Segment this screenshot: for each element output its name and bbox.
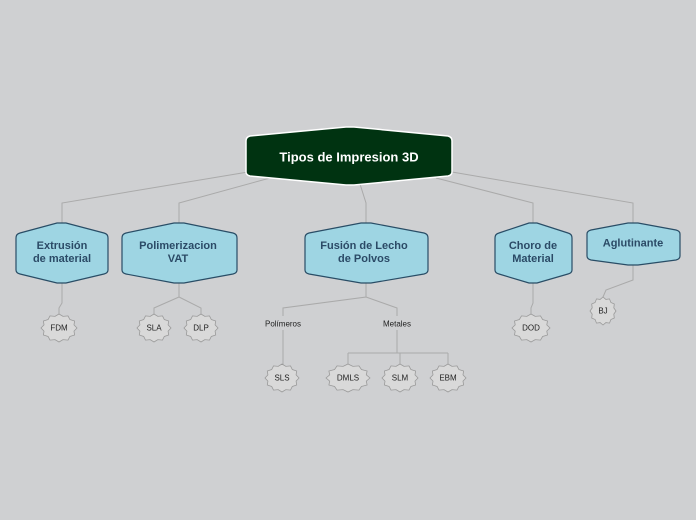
connector-extrusion-fdm <box>58 282 63 315</box>
leaf-node-ebm[interactable] <box>429 363 467 393</box>
category-node-aglutinante[interactable] <box>586 222 681 266</box>
connector-metales-bus <box>347 330 449 365</box>
connector-root-fusion <box>359 183 367 225</box>
leaf-node-fdm[interactable] <box>40 313 78 343</box>
leaf-node-sla[interactable] <box>136 313 172 343</box>
leaf-node-dod[interactable] <box>511 313 551 343</box>
connector-aglutinante-bj <box>602 265 634 298</box>
leaf-shapes <box>40 296 617 393</box>
category-node-extrusion[interactable] <box>15 222 109 284</box>
connector-root-extrusion <box>61 171 249 225</box>
connector-vat-sla <box>153 282 180 315</box>
connector-root-vat <box>178 177 271 225</box>
connector-root-aglutinante <box>451 171 634 225</box>
category-node-vat[interactable] <box>121 222 238 284</box>
root-node[interactable] <box>245 126 453 186</box>
category-node-choro[interactable] <box>494 222 573 284</box>
leaf-node-dmls[interactable] <box>325 363 371 393</box>
mind-map-canvas <box>15 126 681 393</box>
connector-vat-dlp <box>178 296 202 315</box>
connector-root-choro <box>435 177 534 225</box>
leaf-node-dlp[interactable] <box>183 313 219 343</box>
connector-choro-dod <box>530 282 534 315</box>
leaf-node-bj[interactable] <box>589 296 617 326</box>
connector-fusion-polimeros <box>282 282 367 316</box>
connector-fusion-metales <box>365 296 398 316</box>
leaf-node-sls[interactable] <box>264 363 300 393</box>
leaf-node-slm[interactable] <box>381 363 419 393</box>
category-node-fusion[interactable] <box>304 222 429 284</box>
